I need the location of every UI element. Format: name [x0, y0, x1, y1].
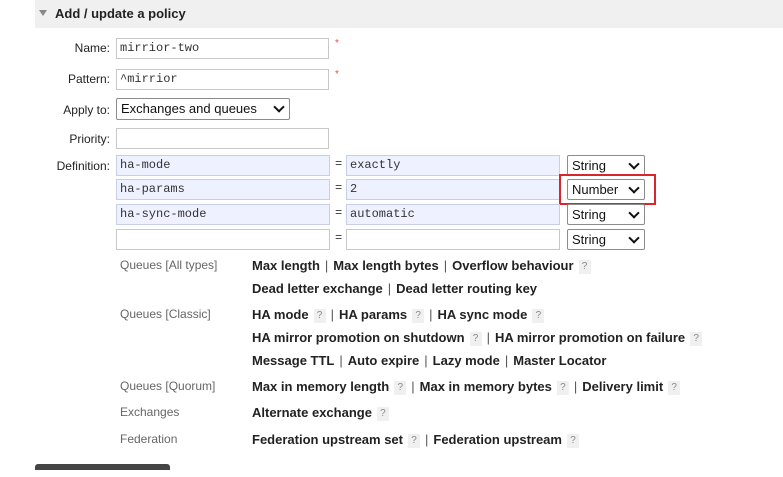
definition-key-input[interactable]: ha-sync-mode: [116, 204, 330, 225]
separator: |: [573, 379, 578, 394]
chevron-down-icon: [628, 158, 640, 170]
help-icon[interactable]: ?: [690, 331, 703, 346]
links-line: Alternate exchange?: [252, 405, 389, 421]
link-auto-expire[interactable]: Auto expire: [348, 353, 420, 368]
link-dead-letter-exchange[interactable]: Dead letter exchange: [252, 281, 383, 296]
link-alternate-exchange[interactable]: Alternate exchange: [252, 405, 372, 420]
category-label-exchanges: Exchanges: [120, 405, 180, 419]
help-icon[interactable]: ?: [394, 380, 407, 395]
category-label-federation: Federation: [120, 432, 178, 446]
definition-key-input[interactable]: ha-mode: [116, 155, 330, 176]
link-delivery-limit[interactable]: Delivery limit: [582, 379, 663, 394]
name-label: Name:: [74, 41, 110, 55]
link-dead-letter-routing-key[interactable]: Dead letter routing key: [396, 281, 537, 296]
definition-type-select[interactable]: String: [567, 155, 645, 176]
separator: |: [387, 281, 392, 296]
link-max-in-memory-bytes[interactable]: Max in memory bytes: [420, 379, 552, 394]
help-icon[interactable]: ?: [408, 433, 420, 448]
links-line: Federation upstream set? | Federation upst…: [252, 432, 579, 448]
links-line: Max in memory length? | Max in memory byte…: [252, 379, 681, 395]
name-required-mark: *: [335, 38, 339, 49]
help-icon[interactable]: ?: [556, 380, 569, 395]
links-line: Message TTL | Auto expire | Lazy mode | Master…: [252, 353, 606, 368]
help-icon[interactable]: ?: [313, 308, 326, 323]
category-label-queues-classic: Queues [Classic]: [120, 307, 211, 321]
separator: |: [429, 307, 433, 322]
link-lazy-mode[interactable]: Lazy mode: [433, 353, 500, 368]
separator: |: [424, 353, 428, 368]
apply-to-label: Apply to:: [63, 103, 110, 117]
link-max-in-memory-length[interactable]: Max in memory length: [252, 379, 389, 394]
help-icon[interactable]: ?: [412, 308, 425, 323]
definition-value-input[interactable]: automatic: [346, 204, 560, 225]
link-ha-params[interactable]: HA params: [339, 307, 407, 322]
link-ha-mirror-promotion-on-shutdown[interactable]: HA mirror promotion on shutdown: [252, 330, 465, 345]
category-label-queues-all: Queues [All types]: [120, 258, 218, 272]
links-line: HA mode? | HA params? | HA sync mode?: [252, 307, 545, 323]
chevron-down-icon: [628, 232, 640, 244]
definition-type-value: Number: [572, 182, 619, 197]
definition-value-input[interactable]: 2: [346, 179, 560, 200]
collapse-triangle-icon[interactable]: [39, 10, 47, 16]
apply-to-value: Exchanges and queues: [121, 101, 257, 116]
help-icon[interactable]: ?: [532, 308, 545, 323]
chevron-down-icon: [628, 207, 640, 219]
link-max-length-bytes[interactable]: Max length bytes: [333, 258, 438, 273]
links-line: Dead letter exchange | Dead letter routing…: [252, 281, 537, 296]
definition-type-value: String: [572, 207, 606, 222]
separator: |: [411, 379, 415, 394]
separator: |: [504, 353, 509, 368]
link-ha-mode[interactable]: HA mode: [252, 307, 309, 322]
priority-input[interactable]: [116, 128, 329, 149]
section-header-add-update-policy[interactable]: Add / update a policy: [35, 0, 783, 28]
apply-to-select[interactable]: Exchanges and queues: [116, 98, 290, 120]
pattern-input[interactable]: ^mirrior: [116, 69, 329, 90]
definition-equals: =: [335, 181, 343, 195]
name-input[interactable]: mirrior-two: [116, 38, 329, 59]
separator: |: [425, 432, 429, 447]
link-max-length[interactable]: Max length: [252, 258, 320, 273]
definition-equals: =: [335, 231, 343, 245]
definition-equals: =: [335, 206, 343, 220]
chevron-down-icon: [628, 182, 640, 194]
link-message-ttl[interactable]: Message TTL: [252, 353, 334, 368]
help-icon[interactable]: ?: [376, 406, 389, 421]
help-icon[interactable]: ?: [469, 331, 482, 346]
pattern-label: Pattern:: [67, 72, 110, 86]
separator: |: [330, 307, 334, 322]
link-federation-upstream-set[interactable]: Federation upstream set: [252, 432, 403, 447]
definition-type-value: String: [572, 232, 606, 247]
links-line: HA mirror promotion on shutdown? | HA mirr…: [252, 330, 703, 346]
pattern-required-mark: *: [335, 69, 339, 80]
separator: |: [486, 330, 490, 345]
link-overflow-behaviour[interactable]: Overflow behaviour: [452, 258, 573, 273]
definition-label: Definition:: [56, 159, 110, 173]
definition-value-input[interactable]: [346, 229, 560, 250]
definition-equals: =: [335, 157, 343, 171]
link-ha-mirror-promotion-on-failure[interactable]: HA mirror promotion on failure: [495, 330, 685, 345]
section-title: Add / update a policy: [55, 6, 186, 21]
definition-type-select[interactable]: String: [567, 204, 645, 225]
category-label-queues-quorum: Queues [Quorum]: [120, 379, 216, 393]
link-ha-sync-mode[interactable]: HA sync mode: [438, 307, 528, 322]
separator: |: [443, 258, 448, 273]
add-policy-button[interactable]: [35, 464, 170, 470]
link-master-locator[interactable]: Master Locator: [513, 353, 606, 368]
definition-type-value: String: [572, 158, 606, 173]
chevron-down-icon: [273, 101, 285, 113]
definition-type-select[interactable]: String: [567, 229, 645, 250]
help-icon[interactable]: ?: [668, 380, 681, 395]
help-icon[interactable]: ?: [578, 259, 591, 274]
help-icon[interactable]: ?: [566, 433, 579, 448]
separator: |: [339, 353, 343, 368]
definition-key-input[interactable]: [116, 229, 330, 250]
separator: |: [324, 258, 329, 273]
definition-value-input[interactable]: exactly: [346, 155, 560, 176]
priority-label: Priority:: [69, 132, 110, 146]
link-federation-upstream[interactable]: Federation upstream: [433, 432, 562, 447]
definition-key-input[interactable]: ha-params: [116, 179, 330, 200]
definition-type-select[interactable]: Number: [567, 179, 645, 200]
links-line: Max length | Max length bytes | Overflow beh…: [252, 258, 591, 274]
